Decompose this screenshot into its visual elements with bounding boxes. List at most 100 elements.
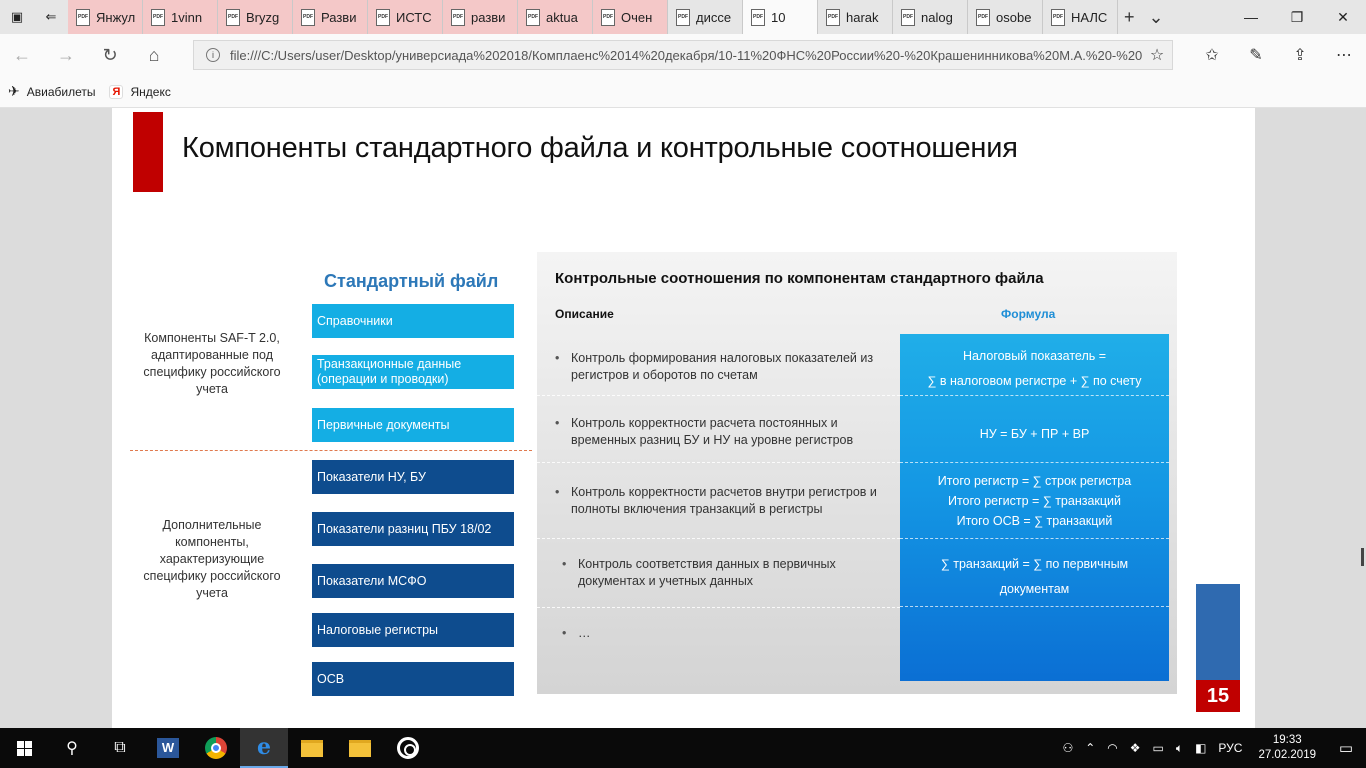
taskbar-edge[interactable]: e	[240, 728, 288, 768]
restore-icon[interactable]: ❐	[1274, 0, 1320, 34]
favorite-aviabilety[interactable]: ✈ Авиабилеты	[8, 83, 95, 100]
browser-tab[interactable]: PDF 1vinn	[143, 0, 218, 34]
language-indicator[interactable]: РУС	[1212, 741, 1248, 755]
standard-file-title: Стандартный файл	[324, 271, 499, 291]
more-icon[interactable]: ⋯	[1322, 34, 1366, 76]
info-icon[interactable]: i	[206, 48, 220, 62]
pdf-icon: PDF	[526, 8, 540, 26]
row-separator	[537, 607, 900, 608]
row-separator	[537, 538, 900, 539]
start-button[interactable]	[0, 728, 48, 768]
tab-label: 10	[771, 9, 786, 25]
tab-label: диссе	[696, 9, 732, 25]
volume-icon[interactable]: 🔈︎	[1170, 741, 1189, 756]
scrollbar-thumb[interactable]	[1361, 548, 1364, 566]
browser-tab[interactable]: PDF НАЛС	[1043, 0, 1118, 34]
browser-tab[interactable]: PDF nalog	[893, 0, 968, 34]
browser-tab[interactable]: PDF ИСТС	[368, 0, 443, 34]
tab-label: Разви	[321, 9, 357, 25]
favorites-hub-icon[interactable]: ✩	[1190, 34, 1234, 76]
browser-tab[interactable]: PDF Разви	[293, 0, 368, 34]
description-item: Контроль соответствия данных в первичных…	[562, 556, 902, 590]
description-item: Контроль корректности расчета постоянных…	[555, 415, 895, 449]
nvidia-icon[interactable]: ◧	[1189, 741, 1212, 755]
page-number: 15	[1196, 680, 1240, 712]
formula-separator	[900, 538, 1169, 539]
share-icon[interactable]: ⇪	[1278, 34, 1322, 76]
component-box: Показатели МСФО	[312, 564, 514, 598]
browser-tab[interactable]: PDF разви	[443, 0, 518, 34]
address-text: file:///C:/Users/user/Desktop/универсиад…	[230, 47, 1142, 63]
clock[interactable]: 19:33 27.02.2019	[1248, 733, 1326, 763]
pdf-icon: PDF	[151, 8, 165, 26]
browser-tab[interactable]: PDF диссе	[668, 0, 743, 34]
new-tab-icon[interactable]: +	[1124, 7, 1135, 28]
tab-preview-chevron-icon[interactable]: ⌄	[1149, 7, 1164, 28]
back-icon[interactable]: ←	[0, 34, 44, 76]
battery-icon[interactable]: ▭	[1147, 741, 1170, 755]
file-explorer-icon	[349, 739, 371, 757]
address-bar[interactable]: i file:///C:/Users/user/Desktop/универси…	[193, 40, 1173, 70]
task-view-icon[interactable]: ⧉	[96, 728, 144, 768]
browser-tab[interactable]: PDF aktua	[518, 0, 593, 34]
navigation-bar: ← → ↻ ⌂ i file:///C:/Users/user/Desktop/…	[0, 34, 1366, 76]
taskbar-app[interactable]	[384, 728, 432, 768]
minimize-icon[interactable]: —	[1228, 0, 1274, 34]
notifications-icon[interactable]: ▭	[1326, 739, 1366, 757]
pdf-icon: PDF	[226, 8, 240, 26]
windows-logo-icon	[16, 740, 32, 756]
favorite-label: Яндекс	[130, 84, 171, 99]
browser-tab[interactable]: PDF Очен	[593, 0, 668, 34]
people-icon[interactable]: ⚇	[1056, 741, 1079, 755]
tab-actions-icon[interactable]: ▣	[0, 0, 34, 34]
tab-label: НАЛС	[1071, 9, 1108, 25]
forward-icon[interactable]: →	[44, 34, 88, 76]
pdf-viewer[interactable]: Компоненты стандартного файла и контроль…	[0, 108, 1366, 728]
formula-separator	[900, 395, 1169, 396]
formula-cell: ∑ транзакций = ∑ по первичным документам	[900, 552, 1169, 602]
browser-tab[interactable]: PDF 10	[743, 0, 818, 34]
browser-tab[interactable]: PDF Янжул	[68, 0, 143, 34]
tab-label: Bryzg	[246, 9, 280, 25]
wifi-icon[interactable]: ◠	[1101, 741, 1123, 755]
section-marker	[1196, 584, 1240, 680]
description-item: Контроль формирования налоговых показате…	[555, 350, 895, 384]
formula-separator	[900, 462, 1169, 463]
dropbox-icon[interactable]: ❖	[1124, 741, 1147, 755]
window-controls: — ❐ ✕	[1228, 0, 1366, 34]
taskbar-file-explorer[interactable]	[336, 728, 384, 768]
favorite-label: Авиабилеты	[26, 84, 96, 99]
search-icon[interactable]: ⚲	[48, 728, 96, 768]
tab-label: osobe	[996, 9, 1032, 25]
refresh-icon[interactable]: ↻	[88, 34, 132, 76]
close-icon[interactable]: ✕	[1320, 0, 1366, 34]
show-hidden-icons-chevron-icon[interactable]: ⌃	[1079, 741, 1101, 755]
formula-line: документам	[999, 582, 1070, 596]
tab-label: Очен	[621, 9, 653, 25]
browser-tab[interactable]: PDF Bryzg	[218, 0, 293, 34]
notes-pen-icon[interactable]: ✎	[1234, 34, 1278, 76]
home-icon[interactable]: ⌂	[132, 34, 176, 76]
chrome-icon	[205, 737, 227, 759]
yandex-icon: Я	[109, 84, 124, 99]
taskbar-word[interactable]: W	[144, 728, 192, 768]
formula-line: НУ = БУ + ПР + ВР	[979, 427, 1090, 441]
taskbar: ⚲ ⧉ W e ⚇ ⌃ ◠ ❖ ▭ 🔈︎ ◧ РУС 19:33 27.02.2…	[0, 728, 1366, 768]
component-box: Первичные документы	[312, 408, 514, 442]
app-target-icon	[397, 737, 419, 759]
set-aside-tabs-icon[interactable]: ⇐	[34, 0, 68, 34]
browser-tab[interactable]: PDF harak	[818, 0, 893, 34]
taskbar-explorer-docs[interactable]	[288, 728, 336, 768]
favorites-bar: ✈ Авиабилеты Я Яндекс	[0, 76, 1366, 108]
favorite-yandex[interactable]: Я Яндекс	[109, 84, 171, 99]
tab-label: разви	[471, 9, 506, 25]
row-separator	[537, 395, 900, 396]
pdf-icon: PDF	[676, 8, 690, 26]
taskbar-chrome[interactable]	[192, 728, 240, 768]
tab-label: aktua	[546, 9, 578, 25]
tab-tools: + ⌄	[1124, 0, 1164, 34]
browser-tab[interactable]: PDF osobe	[968, 0, 1043, 34]
favorite-star-icon[interactable]: ☆	[1142, 45, 1172, 65]
row-separator	[537, 462, 900, 463]
tab-label: 1vinn	[171, 9, 203, 25]
